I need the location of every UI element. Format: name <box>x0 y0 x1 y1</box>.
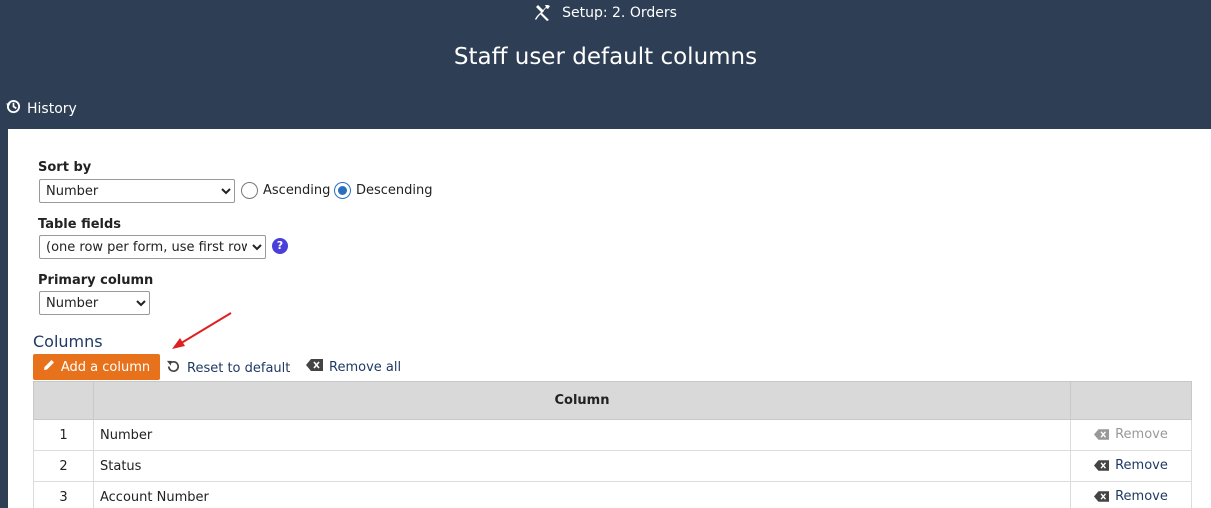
row-column-name[interactable]: Account Number <box>93 481 1071 508</box>
annotation-arrow-icon <box>172 312 232 349</box>
page-title: Staff user default columns <box>453 44 758 70</box>
ascending-label: Ascending <box>263 183 331 198</box>
columns-title: Columns <box>33 332 103 351</box>
table-fields-select[interactable]: (one row per form, use first row) <box>39 235 266 259</box>
top-header: Setup: 2. Orders Staff user default colu… <box>0 0 1211 124</box>
history-icon <box>6 99 21 118</box>
breadcrumb-text[interactable]: Setup: 2. Orders <box>562 5 677 21</box>
reset-default-label[interactable]: Reset to default <box>187 361 290 376</box>
remove-all-link[interactable]: Remove all <box>306 359 401 375</box>
descending-label: Descending <box>356 183 433 198</box>
reset-default-link[interactable]: Reset to default <box>166 359 290 378</box>
table-row[interactable]: 3 Account Number Remove <box>33 481 1192 508</box>
table-row[interactable]: 2 Status Remove <box>33 450 1192 482</box>
header-num <box>33 381 94 420</box>
backspace-icon <box>1094 428 1110 440</box>
add-column-button[interactable]: Add a column <box>33 354 160 380</box>
descending-radio[interactable]: Descending <box>334 182 433 199</box>
tools-icon <box>534 4 552 22</box>
primary-column-select[interactable]: Number <box>39 291 150 315</box>
history-label[interactable]: History <box>27 101 77 117</box>
sort-by-select[interactable]: Number <box>39 179 235 203</box>
table-header-row: Column <box>33 381 1192 420</box>
row-column-name[interactable]: Number <box>93 419 1071 451</box>
remove-button-disabled: Remove <box>1070 419 1192 451</box>
help-icon[interactable]: ? <box>272 238 288 254</box>
row-number: 3 <box>33 481 94 508</box>
backspace-icon <box>1094 490 1110 502</box>
add-column-label: Add a column <box>60 359 151 375</box>
breadcrumb[interactable]: Setup: 2. Orders <box>0 4 1211 26</box>
row-number: 2 <box>33 450 94 482</box>
remove-label[interactable]: Remove <box>1115 458 1168 473</box>
remove-label: Remove <box>1115 426 1168 442</box>
remove-button[interactable]: Remove <box>1070 481 1192 508</box>
row-number: 1 <box>33 419 94 451</box>
sort-by-label: Sort by <box>38 160 92 175</box>
backspace-icon <box>306 359 323 375</box>
primary-column-label: Primary column <box>38 273 154 288</box>
pencil-icon <box>43 359 55 375</box>
ascending-radio[interactable]: Ascending <box>241 182 330 199</box>
remove-label[interactable]: Remove <box>1115 489 1168 504</box>
remove-all-label[interactable]: Remove all <box>329 360 401 375</box>
table-row[interactable]: 1 Number Remove <box>33 419 1192 451</box>
descending-radio-circle[interactable] <box>334 182 351 199</box>
columns-table: Column 1 Number Remove 2 Status Remove 3… <box>33 381 1192 508</box>
header-action <box>1070 381 1192 420</box>
history-link[interactable]: History <box>6 99 77 118</box>
header-column[interactable]: Column <box>93 381 1071 420</box>
backspace-icon <box>1094 459 1110 471</box>
row-column-name[interactable]: Status <box>93 450 1071 482</box>
table-fields-label: Table fields <box>38 217 122 232</box>
main-panel: Sort by Number Ascending Descending Tabl… <box>8 129 1211 508</box>
remove-button[interactable]: Remove <box>1070 450 1192 482</box>
ascending-radio-circle[interactable] <box>241 182 258 199</box>
reset-icon <box>166 359 181 378</box>
